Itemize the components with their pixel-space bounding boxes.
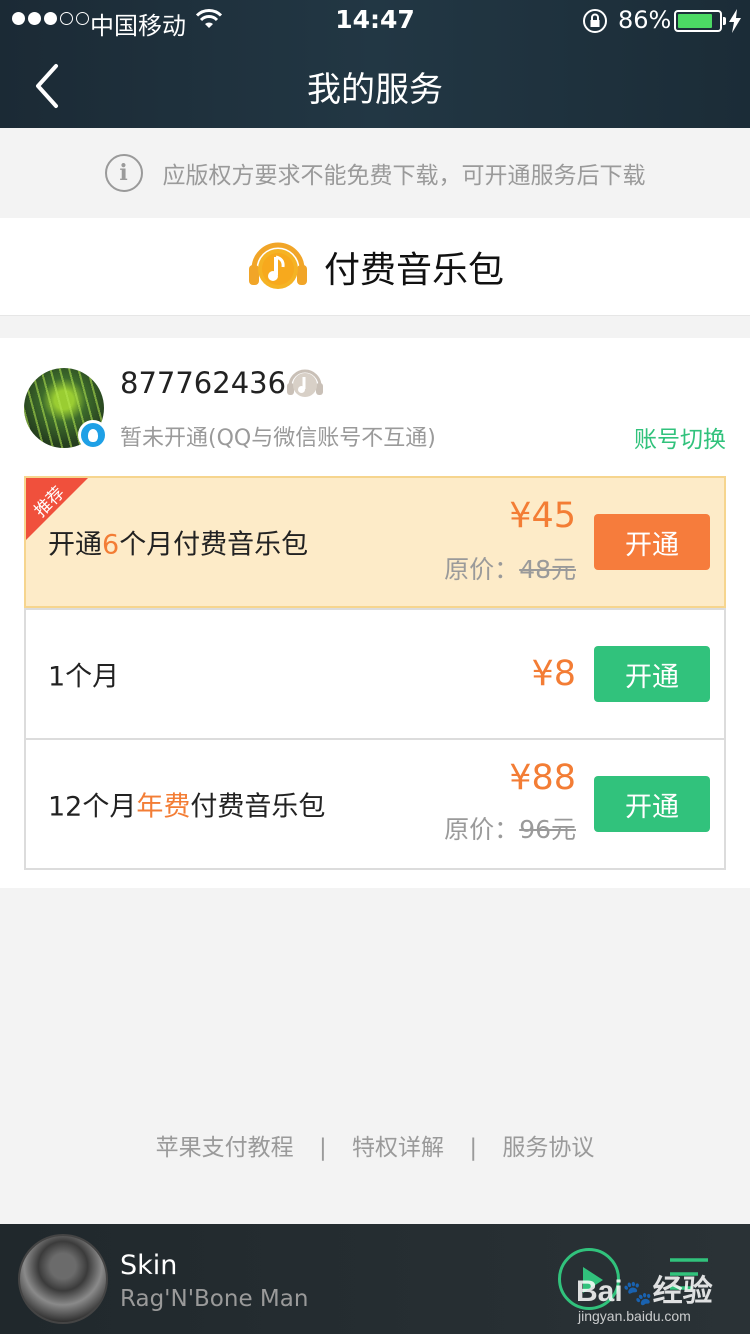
watermark-brand: Bai — [576, 1275, 623, 1308]
baidu-watermark: Bai🐾经验 — [576, 1275, 713, 1308]
plan-name: 1个月 — [48, 661, 120, 693]
open-plan-button[interactable]: 开通 — [594, 776, 710, 832]
album-cover[interactable] — [18, 1234, 108, 1324]
original-price-value: 48元 — [519, 555, 576, 584]
battery-icon — [674, 10, 726, 32]
plan-row-1-month: 1个月 ¥8 开通 — [26, 608, 724, 738]
plan-row-12-months: 12个月年费付费音乐包 ¥88 原价：96元 开通 — [26, 738, 724, 868]
song-title: Skin — [120, 1250, 178, 1281]
ribbon-label: 推荐 — [30, 483, 69, 522]
plan-name-suffix: 个月付费音乐包 — [119, 529, 309, 561]
apple-pay-tutorial-link[interactable]: 苹果支付教程 — [156, 1135, 294, 1161]
account-status: 暂未开通(QQ与微信账号不互通) — [120, 426, 436, 451]
battery-level — [678, 14, 713, 28]
footer-links: 苹果支付教程 | 特权详解 | 服务协议 — [0, 1128, 750, 1162]
plan-name-suffix: 付费音乐包 — [190, 791, 326, 823]
avatar — [24, 368, 108, 450]
link-separator: | — [469, 1135, 478, 1161]
music-vip-icon — [287, 369, 323, 397]
plan-name-prefix: 开通 — [48, 529, 102, 561]
privilege-details-link[interactable]: 特权详解 — [352, 1135, 444, 1161]
orientation-lock-icon — [583, 9, 607, 33]
plan-original-price: 原价：48元 — [444, 550, 576, 586]
watermark-brand-2: 经验 — [652, 1275, 713, 1308]
account-id: 877762436 — [120, 366, 287, 400]
watermark-url: jingyan.baidu.com — [578, 1308, 691, 1324]
notice-text: 应版权方要求不能免费下载，可开通服务后下载 — [162, 163, 646, 189]
original-price-label: 原价： — [444, 815, 520, 844]
plan-name-prefix: 12个月 — [48, 791, 137, 823]
plan-price: ¥45 — [509, 496, 576, 536]
charging-icon — [729, 9, 741, 33]
plan-price: ¥8 — [531, 654, 576, 694]
original-price-value: 96元 — [519, 815, 576, 844]
plan-list: 推荐 开通6个月付费音乐包 ¥45 原价：48元 开通 1个月 ¥8 开通 12… — [24, 476, 726, 870]
music-pack-icon — [248, 242, 307, 289]
original-price-label: 原价： — [444, 555, 520, 584]
song-artist: Rag'N'Bone Man — [120, 1286, 309, 1312]
plan-price: ¥88 — [509, 758, 576, 798]
service-agreement-link[interactable]: 服务协议 — [502, 1135, 594, 1161]
info-icon: i — [104, 154, 143, 192]
plan-original-price: 原价：96元 — [444, 810, 576, 846]
plan-name-highlight: 6 — [102, 529, 120, 561]
qq-icon — [78, 420, 108, 450]
copyright-notice: i 应版权方要求不能免费下载，可开通服务后下载 — [0, 128, 750, 218]
header: 中国移动 14:47 86% 我的服务 — [0, 0, 750, 128]
pack-title: 付费音乐包 — [323, 249, 504, 291]
plan-name: 开通6个月付费音乐包 — [48, 523, 308, 562]
open-plan-button[interactable]: 开通 — [594, 514, 710, 570]
open-plan-button[interactable]: 开通 — [594, 646, 710, 702]
plan-name-highlight: 年费 — [136, 791, 191, 823]
status-bar: 中国移动 14:47 86% — [0, 0, 750, 40]
service-card: 877762436 暂未开通(QQ与微信账号不互通) 账号切换 推荐 开通6个月… — [0, 338, 750, 888]
switch-account-link[interactable]: 账号切换 — [634, 420, 726, 454]
mini-player[interactable]: Skin Rag'N'Bone Man Bai🐾经验 jingyan.baidu… — [0, 1224, 750, 1334]
plan-name: 12个月年费付费音乐包 — [48, 785, 325, 824]
page-title: 我的服务 — [307, 70, 443, 110]
link-separator: | — [318, 1135, 327, 1161]
battery-percent: 86% — [618, 6, 672, 34]
pack-heading: 付费音乐包 — [0, 218, 750, 316]
plan-row-6-months: 推荐 开通6个月付费音乐包 ¥45 原价：48元 开通 — [24, 476, 726, 608]
